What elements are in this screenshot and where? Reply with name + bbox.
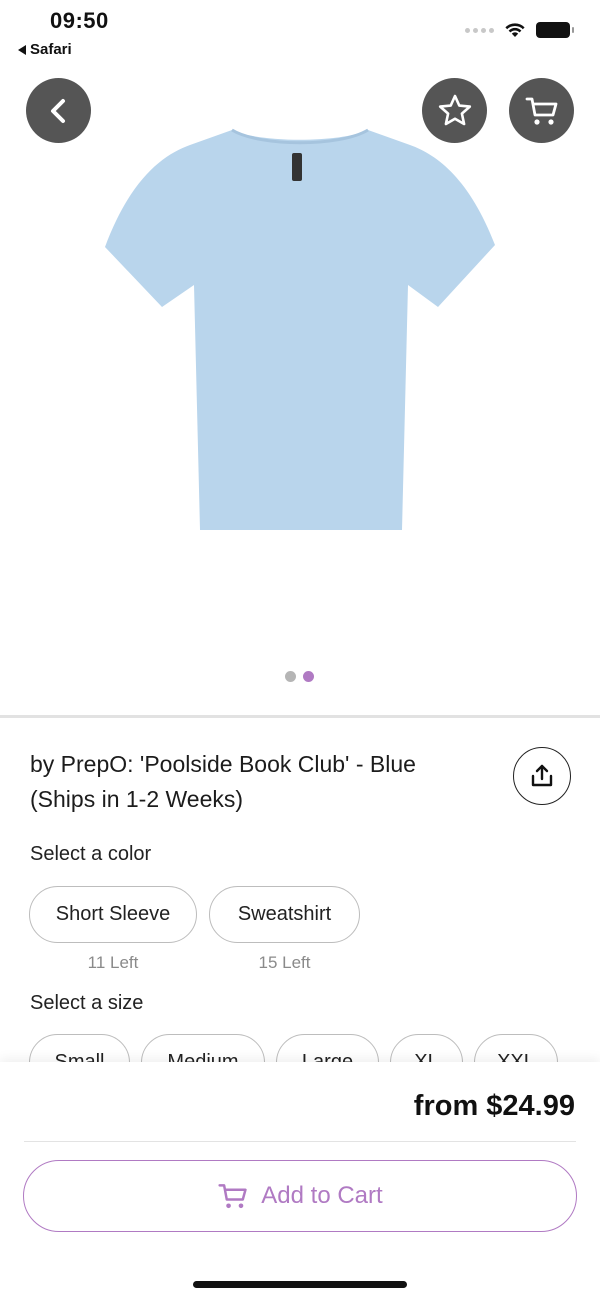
chevron-left-icon bbox=[50, 98, 65, 123]
section-divider bbox=[0, 715, 600, 718]
purchase-panel: from $24.99 Add to Cart bbox=[0, 1062, 600, 1299]
panel-divider bbox=[24, 1141, 576, 1142]
carousel-dot-active[interactable] bbox=[303, 671, 314, 682]
star-icon bbox=[438, 94, 471, 125]
share-icon bbox=[531, 764, 553, 787]
back-triangle-icon bbox=[18, 44, 26, 55]
product-title: by PrepO: 'Poolside Book Club' - Blue (S… bbox=[30, 751, 416, 812]
color-option-sweatshirt[interactable]: Sweatshirt bbox=[209, 886, 360, 943]
price-label: from $24.99 bbox=[413, 1090, 575, 1122]
color-section-label: Select a color bbox=[30, 843, 152, 865]
add-to-cart-button[interactable]: Add to Cart bbox=[23, 1160, 577, 1232]
size-option-large[interactable]: Large bbox=[276, 1034, 379, 1064]
tshirt-image bbox=[105, 128, 495, 530]
size-option-xxl[interactable]: XXL bbox=[474, 1034, 558, 1064]
stock-count: 11 Left bbox=[87, 953, 139, 972]
cart-button[interactable] bbox=[509, 78, 574, 143]
wifi-icon bbox=[505, 23, 525, 37]
cart-icon bbox=[218, 1184, 247, 1209]
cart-icon bbox=[525, 97, 557, 125]
size-section-label: Select a size bbox=[30, 992, 144, 1014]
size-option-small[interactable]: Small bbox=[29, 1034, 130, 1064]
color-option-short-sleeve[interactable]: Short Sleeve bbox=[29, 886, 197, 943]
size-option-medium[interactable]: Medium bbox=[141, 1034, 265, 1064]
share-button[interactable] bbox=[513, 747, 571, 805]
size-options-row: Small Medium Large XL XXL bbox=[0, 1034, 600, 1064]
signal-icon bbox=[465, 27, 494, 33]
home-indicator bbox=[193, 1281, 407, 1288]
size-option-xl[interactable]: XL bbox=[390, 1034, 463, 1064]
back-button[interactable] bbox=[26, 78, 91, 143]
battery-icon bbox=[536, 22, 574, 38]
back-to-safari-link[interactable]: Safari bbox=[18, 41, 72, 58]
carousel-indicator bbox=[285, 671, 314, 682]
carousel-dot[interactable] bbox=[285, 671, 296, 682]
back-app-label: Safari bbox=[30, 41, 72, 58]
status-time: 09:50 bbox=[50, 8, 109, 33]
stock-count: 15 Left bbox=[258, 953, 311, 972]
add-to-cart-label: Add to Cart bbox=[261, 1182, 383, 1209]
